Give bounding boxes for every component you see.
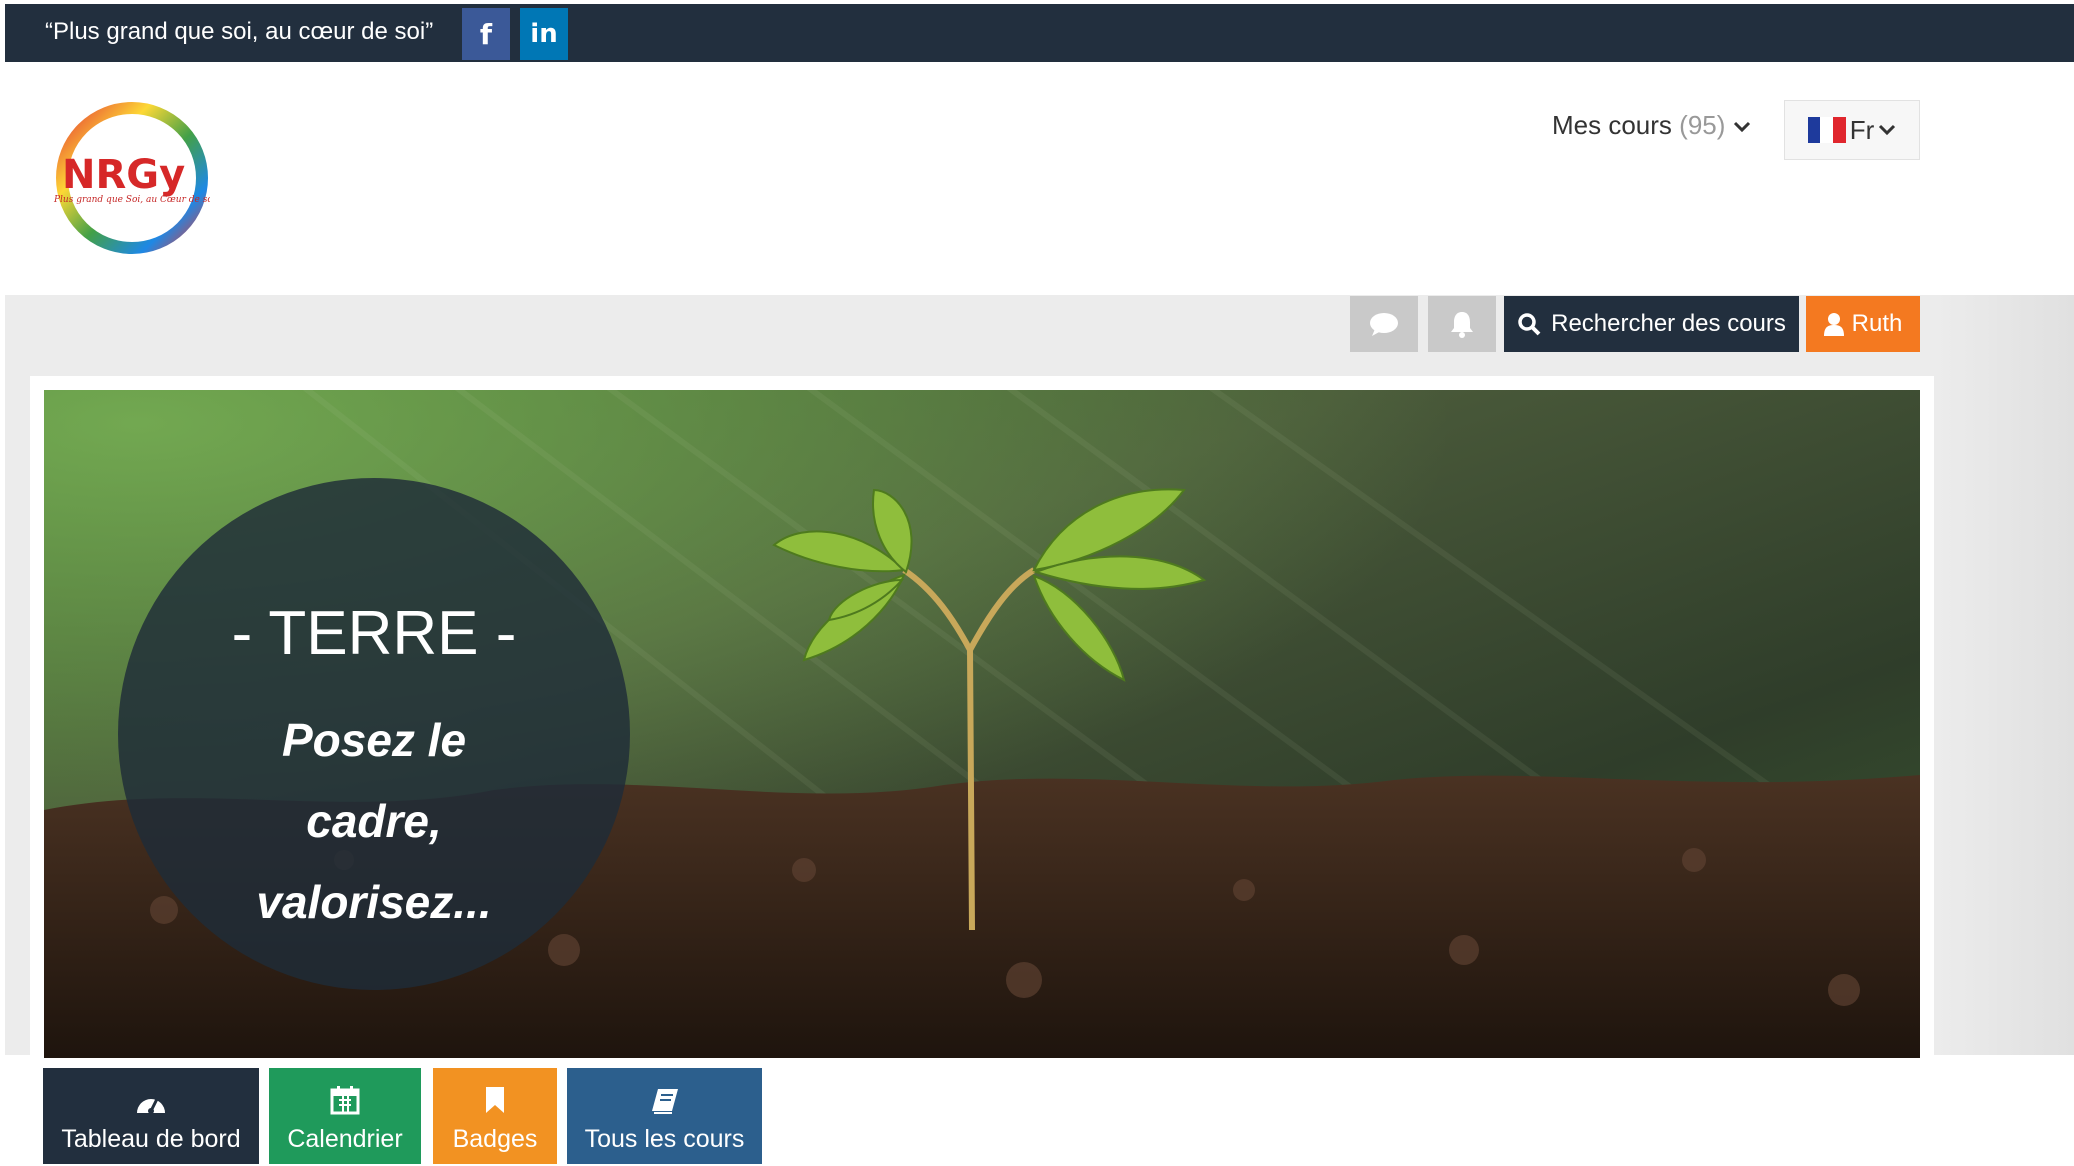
chevron-down-icon (1733, 121, 1750, 133)
content-background-edge (1935, 295, 2074, 1055)
hero-subtitle: Posez le cadre, valorisez... (118, 700, 630, 943)
user-menu-button[interactable]: Ruth (1806, 296, 1920, 352)
bell-icon (1451, 312, 1473, 338)
facebook-icon: f (479, 17, 493, 51)
logo-subtext: Plus grand que Soi, au Cœur de soi (53, 195, 210, 205)
site-logo[interactable]: NRGy Plus grand que Soi, au Cœur de soi (50, 90, 216, 265)
badges-label: Badges (452, 1125, 538, 1153)
chevron-down-icon (1879, 124, 1896, 136)
search-courses-label: Rechercher des cours (1551, 310, 1786, 337)
user-icon (1823, 313, 1844, 336)
logo-text: NRGy (62, 152, 185, 198)
book-icon (651, 1089, 678, 1114)
calendar-tile[interactable]: Calendrier (269, 1068, 421, 1164)
dashboard-icon (137, 1098, 165, 1114)
hero-title: - TERRE - (231, 599, 517, 668)
hero-subtitle-line: Posez le (281, 714, 467, 766)
my-courses-count: (95) (1679, 110, 1726, 140)
calendar-icon (330, 1086, 360, 1115)
facebook-link[interactable]: f (462, 8, 510, 60)
messages-button[interactable] (1350, 296, 1418, 352)
chat-icon (1370, 313, 1398, 336)
dashboard-tile[interactable]: Tableau de bord (43, 1068, 259, 1164)
logo-ring-icon: NRGy Plus grand que Soi, au Cœur de soi (53, 102, 216, 254)
all-courses-tile[interactable]: Tous les cours (567, 1068, 762, 1164)
bookmark-icon (486, 1087, 504, 1113)
calendar-label: Calendrier (287, 1125, 403, 1153)
top-bar: “Plus grand que soi, au cœur de soi” (5, 4, 2074, 62)
badges-tile[interactable]: Badges (433, 1068, 557, 1164)
hero-subtitle-line: cadre, (306, 795, 442, 847)
language-label: Fr (1849, 114, 1875, 145)
my-courses-label: Mes cours (1552, 110, 1672, 140)
search-courses-button[interactable]: Rechercher des cours (1504, 296, 1799, 352)
tagline: “Plus grand que soi, au cœur de soi” (45, 18, 434, 45)
my-courses-dropdown[interactable]: Mes cours (95) (1552, 110, 1751, 141)
linkedin-link[interactable]: in (520, 8, 568, 60)
dashboard-label: Tableau de bord (61, 1125, 241, 1153)
linkedin-icon: in (530, 19, 558, 49)
language-selector[interactable]: Fr (1784, 100, 1920, 160)
user-name: Ruth (1851, 310, 1903, 337)
hero-subtitle-line: valorisez... (256, 876, 492, 928)
all-courses-label: Tous les cours (584, 1125, 745, 1153)
search-icon (1518, 313, 1541, 336)
french-flag-icon (1807, 117, 1846, 143)
notifications-button[interactable] (1428, 296, 1496, 352)
